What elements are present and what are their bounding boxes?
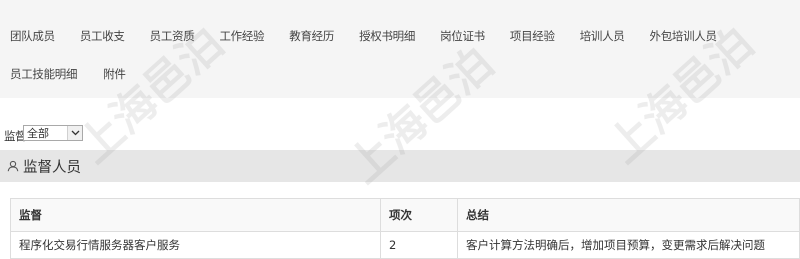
tab-work-experience[interactable]: 工作经验	[219, 28, 264, 44]
tab-employee-qualification[interactable]: 员工资质	[150, 28, 195, 44]
supervisor-select[interactable]: 全部	[23, 125, 83, 141]
cell-supervision: 程序化交易行情服务器客户服务	[10, 231, 381, 259]
tab-attachments[interactable]: 附件	[103, 66, 126, 82]
tab-bar: 团队成员 员工收支 员工资质 工作经验 教育经历 授权书明细 岗位证书 项目经验…	[0, 0, 800, 98]
supervisors-table: 监督 项次 总结 程序化交易行情服务器客户服务 2 客户计算方法明确后，增加项目…	[10, 198, 800, 259]
section-header: 监督人员	[0, 150, 800, 182]
section-title: 监督人员	[23, 159, 81, 176]
tab-employee-skills[interactable]: 员工技能明细	[10, 66, 78, 82]
select-value: 全部	[27, 127, 49, 140]
tab-training-staff[interactable]: 培训人员	[580, 28, 625, 44]
tab-outsourced-training-staff[interactable]: 外包培训人员	[650, 28, 718, 44]
column-header-summary[interactable]: 总结	[457, 198, 800, 232]
table-row[interactable]: 程序化交易行情服务器客户服务 2 客户计算方法明确后，增加项目预算，变更需求后解…	[10, 231, 800, 259]
tab-employee-income-expense[interactable]: 员工收支	[80, 28, 125, 44]
chevron-down-icon[interactable]	[67, 126, 82, 140]
tab-row-2: 员工技能明细 附件	[10, 62, 152, 86]
user-icon	[7, 160, 19, 172]
tab-authorization-details[interactable]: 授权书明细	[359, 28, 415, 44]
cell-summary: 客户计算方法明确后，增加项目预算，变更需求后解决问题	[457, 231, 800, 259]
table-header-row: 监督 项次 总结	[10, 198, 800, 232]
tab-row-1: 团队成员 员工收支 员工资质 工作经验 教育经历 授权书明细 岗位证书 项目经验…	[10, 24, 742, 48]
tab-project-experience[interactable]: 项目经验	[510, 28, 555, 44]
supervisor-filter: 监督 全部	[4, 123, 86, 143]
column-header-supervision[interactable]: 监督	[10, 198, 381, 232]
tab-education[interactable]: 教育经历	[289, 28, 334, 44]
column-header-item-no[interactable]: 项次	[380, 198, 458, 232]
tab-team-members[interactable]: 团队成员	[10, 28, 55, 44]
tab-position-certificates[interactable]: 岗位证书	[440, 28, 485, 44]
cell-item-no: 2	[380, 231, 458, 259]
